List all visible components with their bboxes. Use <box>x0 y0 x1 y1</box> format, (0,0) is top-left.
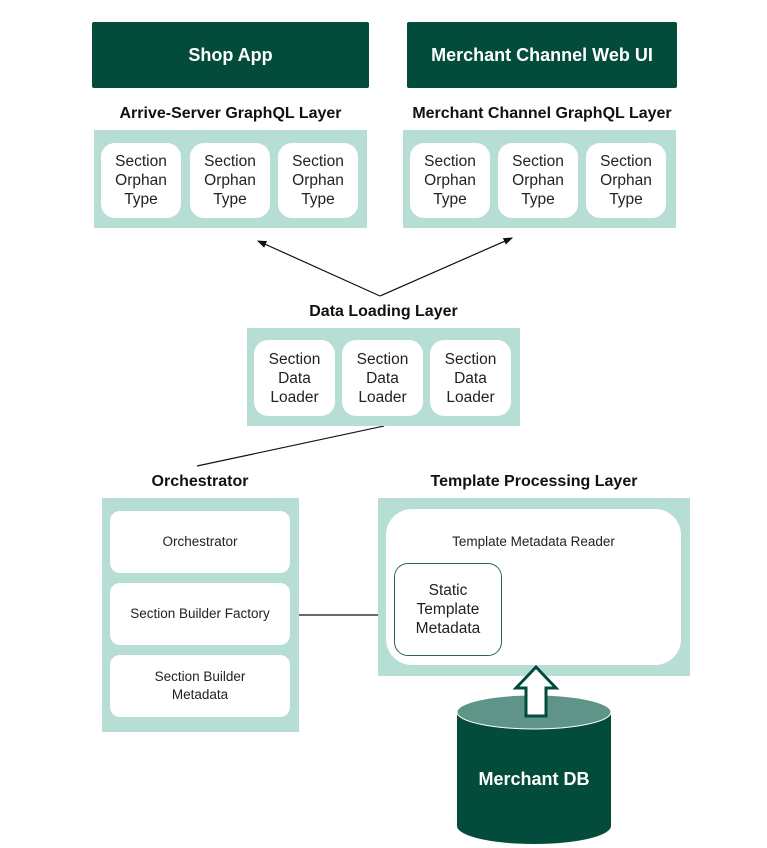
merchant-db-label: Merchant DB <box>478 769 590 789</box>
merchant-db-graphic <box>456 664 612 844</box>
